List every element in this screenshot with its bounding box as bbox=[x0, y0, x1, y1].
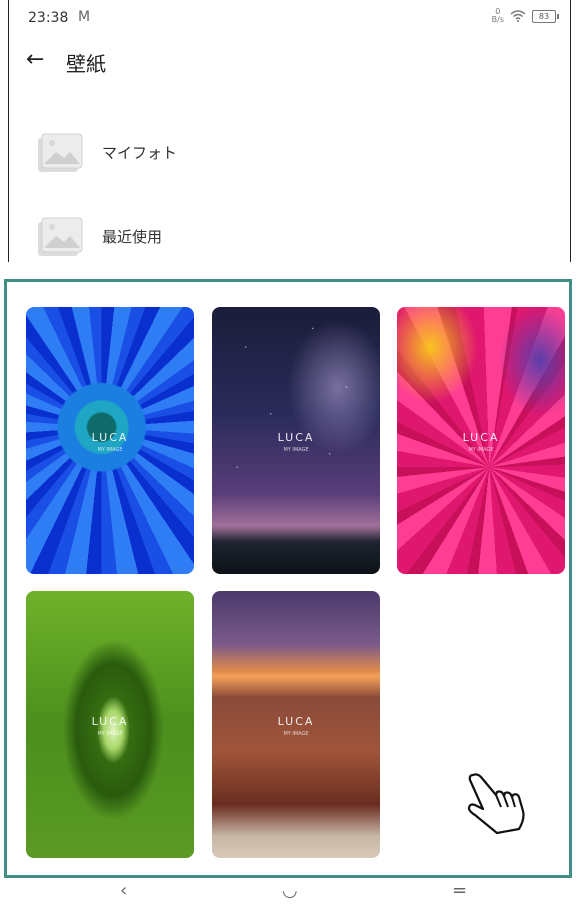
page-title: 壁紙 bbox=[66, 52, 106, 76]
net-speed-indicator: 0 B/s bbox=[491, 7, 504, 24]
wallpaper-green-tunnel[interactable]: LUCA MY IMAGE bbox=[26, 591, 194, 858]
app-header: ← 壁紙 bbox=[0, 40, 578, 84]
wallpaper-brand: LUCA bbox=[462, 431, 500, 444]
wallpaper-starry-sky[interactable]: LUCA MY IMAGE bbox=[212, 307, 380, 574]
wifi-icon bbox=[510, 10, 526, 22]
arrow-left-icon[interactable]: ← bbox=[26, 47, 44, 72]
wallpaper-sub: MY IMAGE bbox=[97, 447, 123, 453]
battery-icon: 83 bbox=[532, 9, 559, 23]
wallpaper-brand: LUCA bbox=[277, 431, 315, 444]
status-time: 23:38 bbox=[28, 10, 69, 26]
image-placeholder-icon bbox=[38, 133, 83, 172]
list-item-recent[interactable]: 最近使用 bbox=[0, 208, 578, 268]
system-nav-bar: ‹ ◡ = bbox=[0, 880, 578, 917]
wallpaper-brand: LUCA bbox=[91, 431, 129, 444]
nav-back-button[interactable]: ‹ bbox=[120, 880, 127, 901]
wallpaper-sub: MY IMAGE bbox=[468, 447, 494, 453]
wallpaper-canyon-sunset[interactable]: LUCA MY IMAGE bbox=[212, 591, 380, 858]
wallpaper-brand: LUCA bbox=[91, 715, 129, 728]
status-icons: 0 B/s 83 bbox=[491, 7, 559, 24]
status-bar: 23:38 M 0 B/s 83 bbox=[0, 0, 578, 36]
list-item-label: 最近使用 bbox=[102, 228, 163, 246]
wallpaper-sub: MY IMAGE bbox=[283, 447, 309, 453]
wallpaper-brand: LUCA bbox=[277, 715, 315, 728]
wallpaper-sub: MY IMAGE bbox=[283, 731, 309, 737]
wallpaper-sub: MY IMAGE bbox=[97, 731, 123, 737]
list-item-my-photos[interactable]: マイフォト bbox=[0, 124, 578, 184]
wallpaper-blue-flower[interactable]: LUCA MY IMAGE bbox=[26, 307, 194, 574]
pointing-hand-icon bbox=[467, 773, 525, 835]
nav-home-button[interactable]: ◡ bbox=[282, 880, 298, 901]
image-placeholder-icon bbox=[38, 217, 83, 256]
wallpaper-grid: LUCA MY IMAGE LUCA MY IMAGE LUCA MY IMAG… bbox=[4, 279, 572, 878]
nav-menu-button[interactable]: = bbox=[452, 880, 467, 901]
wallpaper-pink-flower[interactable]: LUCA MY IMAGE bbox=[397, 307, 565, 574]
gmail-icon: M bbox=[78, 9, 91, 25]
list-item-label: マイフォト bbox=[102, 144, 178, 162]
